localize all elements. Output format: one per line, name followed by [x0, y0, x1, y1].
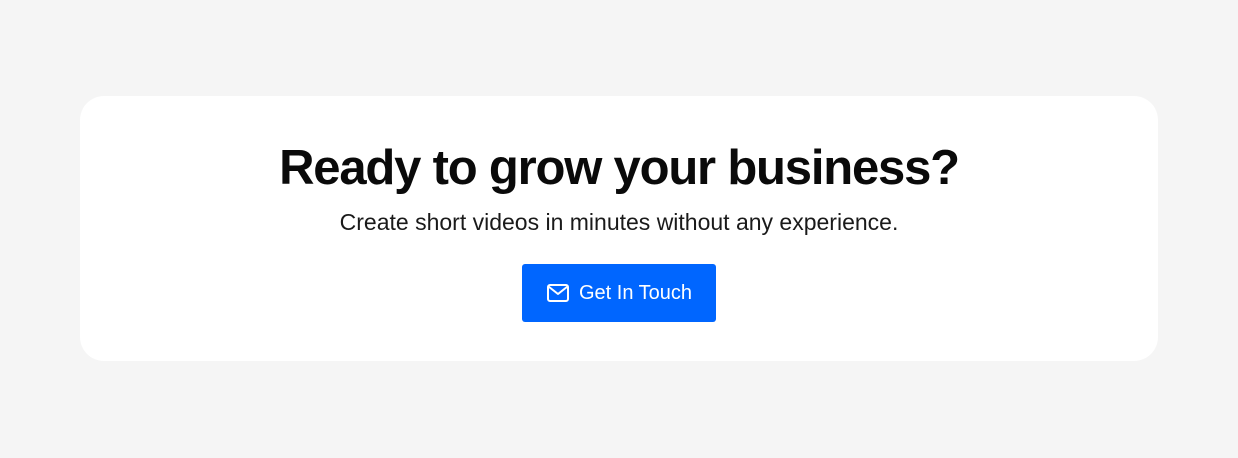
cta-title: Ready to grow your business? [279, 141, 960, 195]
cta-card: Ready to grow your business? Create shor… [80, 96, 1158, 361]
get-in-touch-label: Get In Touch [578, 281, 693, 304]
cta-subtitle: Create short videos in minutes without a… [339, 209, 899, 235]
mail-icon [546, 281, 570, 305]
get-in-touch-button[interactable]: Get In Touch [522, 264, 716, 322]
